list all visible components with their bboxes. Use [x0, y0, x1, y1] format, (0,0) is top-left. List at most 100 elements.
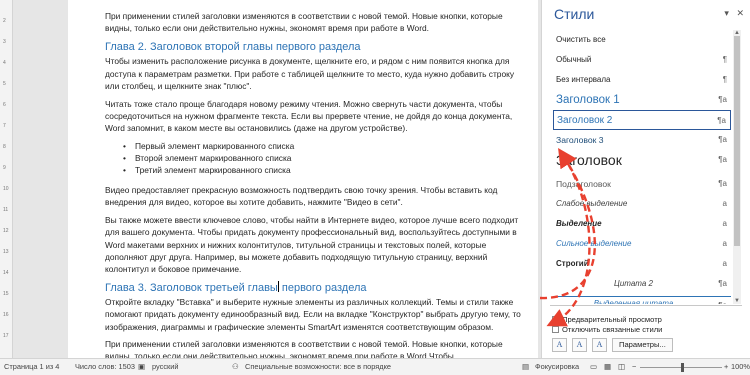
style-item[interactable]: Очистить все [553, 30, 731, 50]
style-inspector-button[interactable]: A [572, 338, 587, 352]
pane-title: Стили [554, 6, 595, 22]
accessibility-icon[interactable]: ⚇ [232, 359, 239, 375]
zoom-out-button[interactable]: − [632, 359, 636, 375]
checkbox-label: Предварительный просмотр [562, 314, 662, 324]
proofing-icon[interactable]: ▣ [138, 359, 145, 375]
word-window: 2 3 4 5 6 7 8 9 10 11 12 13 14 15 16 17 При применении … [0, 0, 750, 375]
ruler-tick: 4 [3, 60, 6, 66]
style-type-icon: ¶a [718, 179, 727, 188]
list-item: Третий элемент маркированного списка [123, 164, 521, 176]
style-item[interactable]: Заголовок 2 ¶a [553, 110, 731, 130]
status-bar: Страница 1 из 4 Число слов: 1503 ▣ русск… [0, 358, 750, 375]
paragraph: При применении стилей заголовки изменяют… [105, 339, 503, 358]
style-item[interactable]: Выделенная цитата¶a [553, 296, 731, 304]
scroll-thumb[interactable] [734, 36, 740, 246]
word-count[interactable]: Число слов: 1503 [75, 359, 135, 375]
style-item-label: Выделение [556, 219, 602, 228]
vertical-ruler[interactable]: 2 3 4 5 6 7 8 9 10 11 12 13 14 15 16 17 [0, 0, 13, 358]
style-type-icon: ¶ [722, 55, 727, 64]
style-item[interactable]: Обычный ¶ [553, 50, 731, 70]
style-type-icon: ¶a [718, 296, 727, 304]
ruler-tick: 7 [3, 123, 6, 129]
zoom-slider-thumb[interactable] [681, 363, 684, 372]
close-icon[interactable]: ✕ [736, 8, 744, 18]
options-button[interactable]: Параметры... [612, 338, 673, 352]
style-type-icon: ¶a [718, 155, 727, 164]
styles-list: Очистить все Обычный ¶ Без интервала ¶ Заголо… [553, 30, 731, 304]
ruler-tick: 16 [3, 312, 9, 318]
checkbox-label: Отключить связанные стили [562, 324, 663, 334]
scrollbar[interactable]: ▲ ▼ [733, 30, 741, 304]
style-item[interactable]: Подзаголовок ¶a [553, 174, 731, 194]
style-item[interactable]: Цитата 2 ¶a [553, 274, 731, 294]
style-type-icon: ¶ [722, 75, 727, 84]
style-type-icon: ¶a [718, 95, 727, 104]
style-item-label: Выделенная цитата [556, 296, 731, 304]
scroll-down-icon[interactable]: ▼ [733, 298, 741, 304]
style-item[interactable]: Выделение a [553, 214, 731, 234]
ruler-tick: 14 [3, 270, 9, 276]
language[interactable]: русский [152, 359, 179, 375]
style-item-label: Слабое выделение [556, 199, 628, 208]
preview-checkbox[interactable]: Предварительный просмотр [552, 314, 662, 324]
style-item-label: Обычный [556, 55, 592, 64]
checkbox-icon[interactable] [552, 314, 559, 323]
paragraph: Видео предоставляет прекрасную возможнос… [105, 185, 498, 208]
chevron-down-icon[interactable]: ▾ [724, 8, 729, 18]
paragraph: Чтобы изменить расположение рисунка в до… [105, 56, 515, 91]
style-item[interactable]: Заголовок 1 ¶a [553, 90, 731, 110]
style-type-icon: ¶a [717, 116, 726, 125]
page-count[interactable]: Страница 1 из 4 [4, 359, 59, 375]
style-type-icon: ¶a [718, 135, 727, 144]
focus-mode[interactable]: Фокусировка [535, 359, 579, 375]
ruler-tick: 11 [3, 207, 9, 213]
checkbox-icon[interactable] [552, 325, 559, 333]
style-item-label: Заголовок 3 [556, 135, 604, 145]
paragraph: Читать тоже стало проще благодаря новому… [105, 98, 513, 133]
ruler-tick: 10 [3, 186, 9, 192]
heading-3-chapter: Глава 3. Заголовок третьей главы первого… [105, 281, 521, 295]
style-item-label: Заголовок 2 [557, 115, 613, 126]
manage-styles-button[interactable]: A [592, 338, 607, 352]
ruler-tick: 8 [3, 144, 6, 150]
bullet-list: Первый элемент маркированного списка Вто… [123, 140, 521, 177]
style-item[interactable]: Сильное выделение a [553, 234, 731, 254]
list-item: Первый элемент маркированного списка [123, 140, 521, 152]
ruler-tick: 6 [3, 102, 6, 108]
document-page[interactable]: При применении стилей заголовки изменяют… [68, 0, 538, 358]
list-item: Второй элемент маркированного списка [123, 152, 521, 164]
ruler-tick: 13 [3, 249, 9, 255]
zoom-in-button[interactable]: + [724, 359, 728, 375]
style-type-icon: a [722, 239, 727, 248]
web-layout-icon[interactable]: ◫ [618, 359, 625, 375]
new-style-button[interactable]: A [552, 338, 567, 352]
style-item[interactable]: Заголовок ¶a [553, 150, 731, 174]
style-item[interactable]: Заголовок 3 ¶a [553, 130, 731, 150]
paragraph: При применении стилей заголовки изменяют… [105, 11, 503, 34]
ruler-tick: 3 [3, 39, 6, 45]
style-type-icon: a [722, 219, 727, 228]
ruler-tick: 9 [3, 165, 6, 171]
style-item-label: Подзаголовок [556, 179, 611, 189]
read-mode-icon[interactable]: ▭ [590, 359, 597, 375]
heading-2: Глава 2. Заголовок второй главы первого … [105, 41, 361, 54]
zoom-level[interactable]: 100% [731, 359, 750, 375]
style-item-label: Строгий [556, 259, 589, 268]
focus-icon[interactable]: ▤ [522, 359, 529, 375]
style-item-label: Заголовок [556, 152, 622, 168]
style-item[interactable]: Без интервала ¶ [553, 70, 731, 90]
ruler-tick: 2 [3, 18, 6, 24]
document-area: При применении стилей заголовки изменяют… [13, 0, 541, 358]
style-item[interactable]: Строгий a [553, 254, 731, 274]
style-item-label: Заголовок 1 [556, 94, 620, 106]
divider [550, 305, 742, 306]
print-layout-icon[interactable]: ▦ [604, 359, 611, 375]
style-item-label: Сильное выделение [556, 239, 632, 248]
accessibility-status[interactable]: Специальные возможности: все в порядке [245, 359, 391, 375]
style-item[interactable]: Слабое выделение a [553, 194, 731, 214]
styles-pane: Стили ▾ ✕ Очистить все Обычный ¶ Без интерв… [541, 0, 750, 358]
linked-styles-checkbox[interactable]: Отключить связанные стили [552, 324, 662, 334]
ruler-tick: 5 [3, 81, 6, 87]
style-item-label: Без интервала [556, 75, 611, 84]
style-type-icon: a [722, 199, 727, 208]
